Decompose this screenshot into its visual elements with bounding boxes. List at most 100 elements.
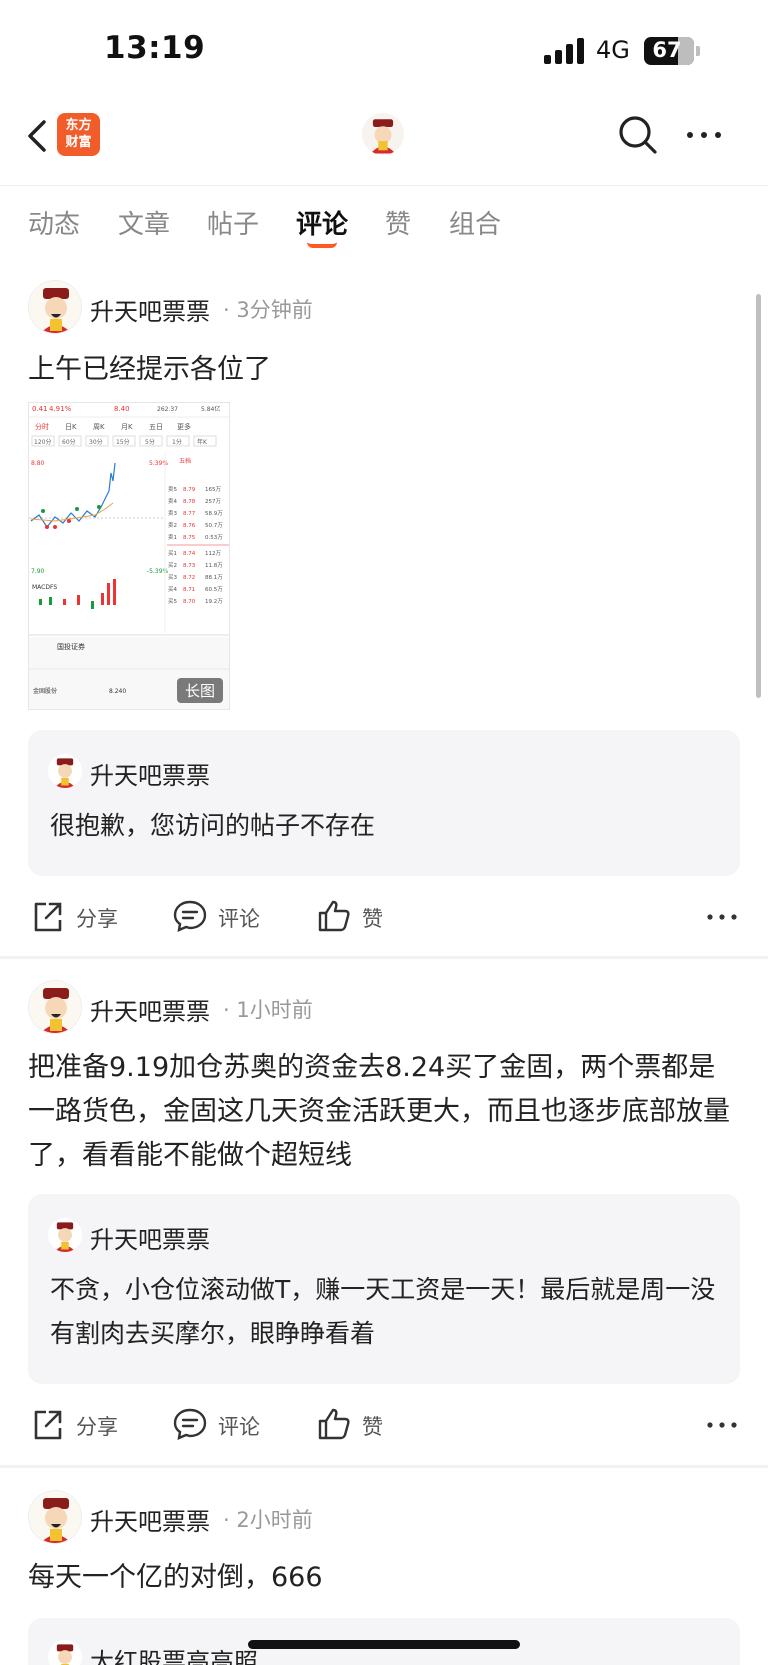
separator: [0, 956, 768, 959]
thumb-price-top: 8.80: [31, 460, 45, 467]
app-logo-line2: 财富: [65, 135, 92, 150]
thumb-bid-vol: 11.8万: [205, 562, 223, 569]
share-label: 分享: [76, 1415, 118, 1439]
author-row[interactable]: 升天吧票票 · 2小时前: [28, 1490, 728, 1546]
tab-articles[interactable]: 文章: [118, 204, 170, 241]
thumb-bid-name: 买2: [168, 561, 177, 569]
avatar: [48, 1218, 82, 1252]
thumb-stock-name: 金固股份: [33, 687, 57, 695]
post-time: · 3分钟前: [223, 298, 313, 322]
avatar[interactable]: [28, 980, 82, 1034]
thumb-change-pct: 4.91%: [49, 405, 72, 413]
more-options-icon[interactable]: [704, 1410, 740, 1440]
comment-button[interactable]: 评论: [172, 1398, 272, 1454]
like-label: 赞: [362, 907, 383, 931]
quoted-author: 升天吧票票: [90, 762, 210, 790]
thumb-ask-name: 卖2: [168, 522, 177, 529]
battery-icon: 67: [644, 37, 700, 65]
thumb-ask-vol: 58.9万: [205, 510, 223, 517]
thumb-tab: 更多: [177, 422, 191, 431]
back-icon[interactable]: [24, 116, 54, 156]
post-text[interactable]: 上午已经提示各位了: [28, 348, 738, 392]
home-indicator[interactable]: [248, 1640, 520, 1649]
post-image-thumbnail[interactable]: 0.41 4.91% 8.40 262.37 5.84亿 分时 日K 周K 月K…: [28, 402, 230, 710]
action-bar: 分享 评论 赞: [0, 1398, 768, 1454]
separator: [0, 1465, 768, 1468]
author-row[interactable]: 升天吧票票 · 1小时前: [28, 980, 728, 1036]
thumb-tab: 分时: [35, 422, 49, 431]
avatar[interactable]: [28, 280, 82, 334]
avatar: [48, 754, 82, 788]
scrollbar[interactable]: [756, 294, 761, 698]
post-time: · 1小时前: [223, 998, 313, 1022]
thumbs-up-icon: [318, 1408, 350, 1440]
post-text[interactable]: 每天一个亿的对倒，666: [28, 1556, 738, 1600]
thumb-min-tab: 5分: [145, 438, 155, 446]
post-text[interactable]: 把准备9.19加仓苏奥的资金去8.24买了金固，两个票都是一路货色，金固这几天资…: [28, 1046, 738, 1178]
comment-label: 评论: [218, 1415, 260, 1439]
more-options-icon[interactable]: [704, 902, 740, 932]
tab-dynamic[interactable]: 动态: [28, 204, 80, 241]
nav-bar: 东方 财富: [0, 100, 768, 186]
thumb-bid-price: 8.71: [183, 587, 195, 593]
app-logo-line1: 东方: [65, 118, 92, 133]
thumb-bid-vol: 60.5万: [205, 586, 223, 593]
tab-likes[interactable]: 赞: [385, 204, 411, 241]
share-label: 分享: [76, 907, 118, 931]
thumb-broker: 国投证券: [57, 642, 85, 651]
quoted-author: 升天吧票票: [90, 1226, 210, 1254]
thumb-pe: 262.37: [157, 406, 178, 413]
thumbs-up-icon: [318, 900, 350, 932]
thumb-ask-vol: 50.7万: [205, 522, 223, 529]
thumb-min-tab: 1分: [172, 438, 182, 446]
thumb-tab: 月K: [121, 423, 133, 431]
thumb-tab: 五日: [149, 423, 163, 431]
thumb-bid-price: 8.74: [183, 551, 196, 557]
share-button[interactable]: 分享: [30, 1398, 130, 1454]
thumb-ask-name: 卖1: [168, 534, 177, 541]
action-bar: 分享 评论 赞: [0, 890, 768, 946]
quoted-text: 不贪，小仓位滚动做T，赚一天工资是一天！最后就是周一没有割肉去买摩尔，眼睁睁看着: [50, 1275, 716, 1348]
thumb-ask-name: 卖5: [168, 486, 178, 493]
quoted-post[interactable]: 升天吧票票 不贪，小仓位滚动做T，赚一天工资是一天！最后就是周一没有割肉去买摩尔…: [28, 1194, 740, 1384]
thumb-min-tab: 年K: [197, 438, 208, 446]
author-name[interactable]: 升天吧票票: [90, 992, 210, 1027]
thumb-bid-vol: 88.1万: [205, 574, 223, 581]
thumb-bid-name: 买1: [168, 549, 177, 557]
more-options-icon[interactable]: [684, 120, 724, 150]
quoted-post[interactable]: 升天吧票票 很抱歉，您访问的帖子不存在: [28, 730, 740, 876]
comment-icon: [173, 900, 207, 932]
thumb-bid-vol: 19.2万: [205, 598, 223, 605]
thumb-tab: 日K: [65, 423, 77, 431]
thumb-indicator: MACDFS: [32, 584, 57, 591]
avatar: [48, 1640, 82, 1665]
share-button[interactable]: 分享: [30, 890, 130, 946]
like-button[interactable]: 赞: [316, 890, 406, 946]
author-name[interactable]: 升天吧票票: [90, 292, 210, 327]
battery-level: 67: [652, 38, 682, 62]
thumb-bid-name: 买4: [168, 585, 178, 593]
thumb-ask-vol: 257万: [205, 498, 221, 505]
search-icon[interactable]: [617, 114, 659, 156]
thumb-min-tab: 120分: [34, 438, 51, 446]
tab-posts[interactable]: 帖子: [207, 204, 259, 241]
comment-button[interactable]: 评论: [172, 890, 272, 946]
author-row[interactable]: 升天吧票票 · 3分钟前: [28, 280, 728, 336]
signal-icon: [544, 38, 586, 64]
thumb-ask-price: 8.79: [183, 487, 196, 493]
thumb-bid-price: 8.70: [183, 599, 196, 605]
thumb-ask-price: 8.78: [183, 499, 196, 505]
thumb-last: 8.40: [114, 405, 130, 413]
thumb-amount: 5.84亿: [201, 405, 220, 413]
app-logo[interactable]: 东方 财富: [57, 113, 100, 156]
like-button[interactable]: 赞: [316, 1398, 406, 1454]
like-label: 赞: [362, 1415, 383, 1439]
author-name[interactable]: 升天吧票票: [90, 1502, 210, 1537]
comment-label: 评论: [218, 907, 260, 931]
active-tab-indicator: [307, 242, 337, 248]
tab-comments[interactable]: 评论: [296, 204, 348, 241]
thumb-bid-vol: 112万: [205, 550, 221, 557]
avatar[interactable]: [362, 113, 404, 155]
tab-portfolio[interactable]: 组合: [449, 204, 501, 241]
avatar[interactable]: [28, 1490, 82, 1544]
